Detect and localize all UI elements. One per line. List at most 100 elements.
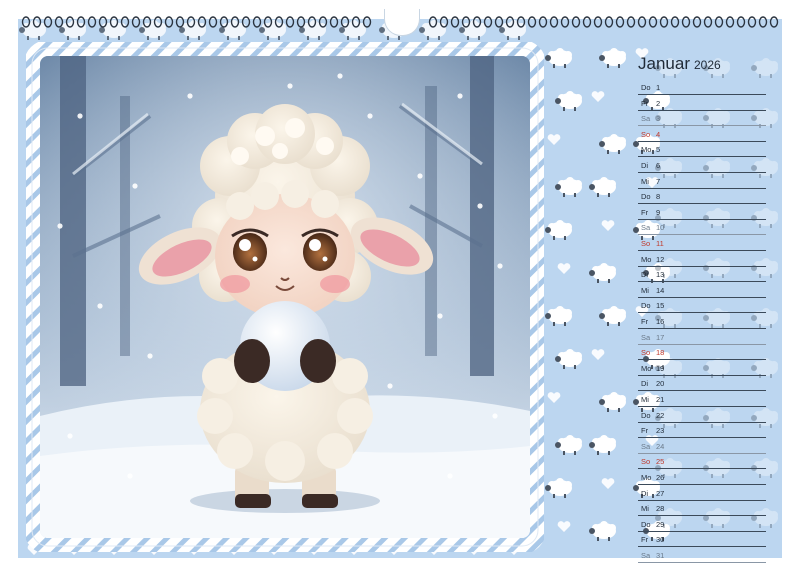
weekday-label: So: [641, 457, 651, 467]
snowflake-icon: [67, 433, 73, 439]
binding-ring: [43, 16, 53, 28]
heart-icon: [591, 349, 605, 360]
day-row: So 25: [638, 454, 766, 470]
heart-icon: [591, 91, 605, 102]
snowflake-icon: [457, 93, 463, 99]
day-row: Sa 17: [638, 330, 766, 345]
binding-ring: [637, 16, 647, 28]
day-row: Do 15: [638, 298, 766, 314]
binding-ring: [615, 16, 625, 28]
day-row: Fr 16: [638, 314, 766, 329]
day-number: 21: [656, 395, 665, 404]
weekday-label: Di: [641, 270, 649, 280]
weekday-label: Do: [641, 192, 651, 202]
snowflake-icon: [477, 203, 483, 209]
day-number: 11: [656, 239, 664, 248]
day-row: Do 1: [638, 80, 766, 95]
weekday-label: Mo: [641, 145, 652, 155]
day-number: 19: [656, 363, 665, 373]
weekday-label: Do: [641, 410, 651, 420]
binding-ring: [98, 16, 108, 28]
binding-ring: [560, 16, 570, 28]
weekday-label: Fr: [641, 535, 649, 545]
day-row: Sa 24: [638, 439, 766, 454]
binding-ring: [725, 16, 735, 28]
sheep-icon: [545, 306, 572, 326]
weekday-label: Di: [641, 488, 649, 498]
weekday-label: Fr: [641, 317, 649, 326]
day-number: 16: [656, 317, 665, 326]
snowflake-icon: [447, 473, 453, 479]
heart-icon: [547, 134, 561, 145]
day-row: Mi 7: [638, 174, 766, 189]
binding-ring: [747, 16, 757, 28]
binding-ring: [648, 16, 658, 28]
snowflake-icon: [57, 223, 63, 229]
binding-ring: [758, 16, 768, 28]
snowflake-icon: [147, 353, 153, 359]
snowflake-icon: [97, 303, 103, 309]
day-number: 5: [656, 145, 661, 155]
binding-ring: [483, 16, 493, 28]
day-row: Sa 31: [638, 548, 766, 563]
binding-ring: [340, 16, 350, 28]
weekday-label: Mo: [641, 254, 652, 264]
binding-ring: [659, 16, 669, 28]
day-row: So 4: [638, 127, 766, 142]
binding-ring: [76, 16, 86, 28]
day-number: 6: [656, 161, 661, 170]
day-row: Do 29: [638, 517, 766, 532]
day-row: Di 20: [638, 376, 766, 392]
day-number: 24: [656, 441, 665, 451]
day-number: 13: [656, 270, 665, 280]
snowflake-icon: [417, 173, 423, 179]
weekday-label: So: [641, 348, 651, 358]
binding-ring: [142, 16, 152, 28]
day-row: Mo 19: [638, 361, 766, 376]
month-name: Januar: [638, 54, 690, 73]
day-row: Sa 3: [638, 111, 766, 127]
weekday-label: Sa: [641, 441, 651, 451]
binding-ring: [65, 16, 75, 28]
photo-frame: [26, 42, 544, 552]
lamb-holding-snowball-icon: [40, 56, 530, 538]
binding-ring: [230, 16, 240, 28]
binding-ring: [153, 16, 163, 28]
weekday-label: So: [641, 129, 651, 139]
snowflake-icon: [132, 183, 138, 189]
heart-icon: [601, 478, 615, 489]
day-number: 27: [656, 488, 665, 498]
heart-icon: [557, 263, 571, 274]
binding-ring: [450, 16, 460, 28]
binding-ring: [351, 16, 361, 28]
day-number: 12: [656, 254, 665, 264]
sheep-icon: [555, 91, 582, 111]
binding-ring: [703, 16, 713, 28]
snowflake-icon: [387, 383, 393, 389]
binding-ring: [494, 16, 504, 28]
binding-ring: [131, 16, 141, 28]
day-row: Di 27: [638, 486, 766, 501]
binding-ring: [714, 16, 724, 28]
day-number: 3: [656, 114, 661, 124]
binding-ring: [274, 16, 284, 28]
weekday-label: Fr: [641, 207, 649, 217]
day-row: Mo 5: [638, 142, 766, 158]
sheep-icon: [555, 349, 582, 369]
binding-ring: [769, 16, 779, 28]
day-number: 26: [656, 473, 665, 482]
day-row: Fr 23: [638, 423, 766, 439]
binding-ring: [252, 16, 262, 28]
binding-ring: [120, 16, 130, 28]
day-row: Sa 10: [638, 220, 766, 236]
binding-ring: [164, 16, 174, 28]
weekday-label: Mi: [641, 176, 649, 186]
day-number: 23: [656, 426, 665, 436]
binding-ring: [593, 16, 603, 28]
binding-ring: [461, 16, 471, 28]
month-title: Januar 2026: [638, 54, 721, 74]
heart-icon: [601, 220, 615, 231]
day-row: Fr 9: [638, 205, 766, 220]
binding-ring: [329, 16, 339, 28]
heart-icon: [557, 521, 571, 532]
